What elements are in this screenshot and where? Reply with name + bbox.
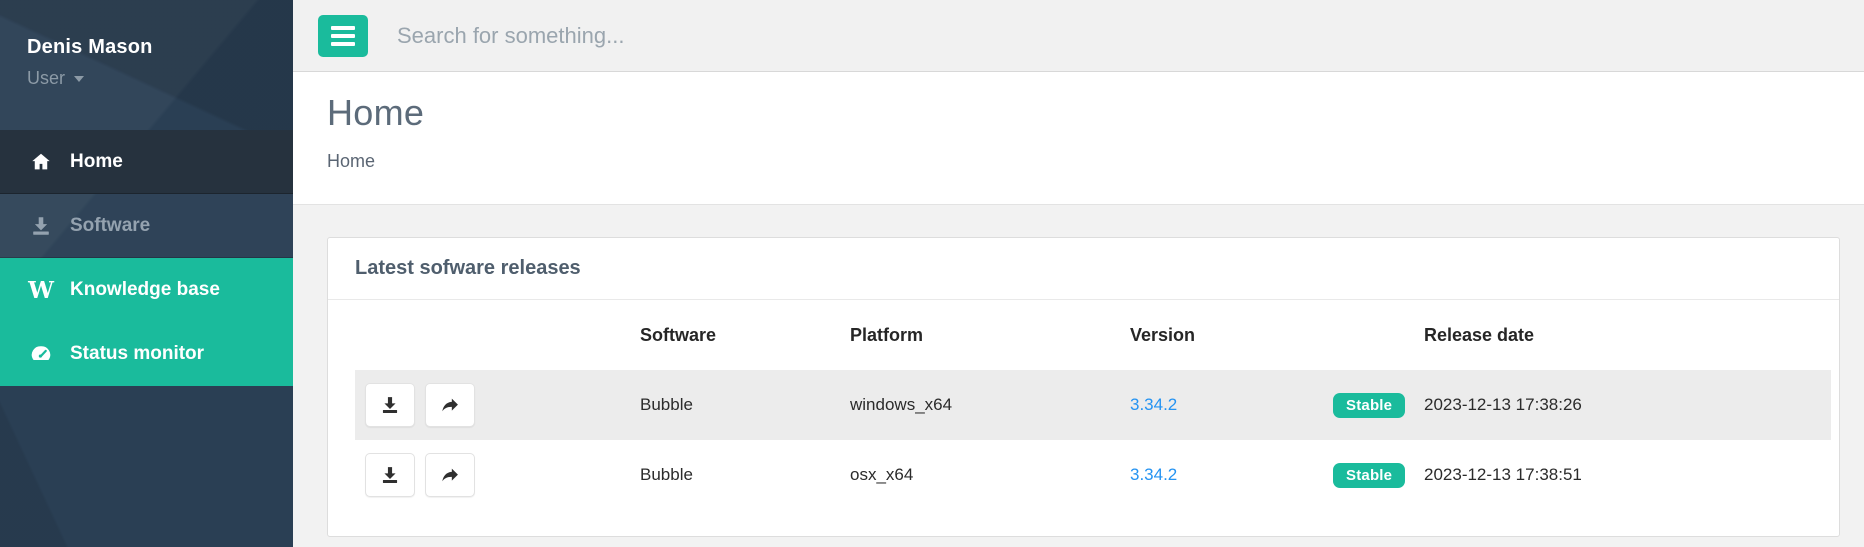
download-button[interactable] bbox=[365, 383, 415, 427]
download-button[interactable] bbox=[365, 453, 415, 497]
hamburger-icon bbox=[331, 26, 355, 30]
sidebar: Denis Mason User Home Software W Knowled… bbox=[0, 0, 293, 547]
releases-table-wrap: Software Platform Version Release date bbox=[328, 300, 1839, 510]
sidebar-item-knowledge-base[interactable]: W Knowledge base bbox=[0, 258, 293, 322]
page-header: Home Home bbox=[293, 72, 1864, 205]
card-title: Latest sofware releases bbox=[328, 238, 1839, 300]
cell-platform: windows_x64 bbox=[832, 370, 1112, 440]
table-header-row: Software Platform Version Release date bbox=[355, 300, 1831, 370]
column-header-channel bbox=[1315, 300, 1406, 370]
latest-releases-card: Latest sofware releases Software Platfor… bbox=[327, 237, 1840, 537]
gauge-icon bbox=[27, 343, 55, 365]
cell-software: Bubble bbox=[622, 440, 832, 510]
share-button[interactable] bbox=[425, 453, 475, 497]
share-icon bbox=[440, 395, 460, 415]
column-header-platform: Platform bbox=[832, 300, 1112, 370]
sidebar-item-label: Status monitor bbox=[70, 343, 204, 365]
sidebar-menu: Home Software W Knowledge base Status mo… bbox=[0, 130, 293, 386]
user-name: Denis Mason bbox=[27, 36, 293, 59]
column-header-release-date: Release date bbox=[1406, 300, 1831, 370]
column-header-actions bbox=[355, 300, 622, 370]
download-icon bbox=[380, 395, 400, 415]
user-role-label: User bbox=[27, 68, 65, 89]
share-button[interactable] bbox=[425, 383, 475, 427]
download-icon bbox=[380, 465, 400, 485]
sidebar-item-status-monitor[interactable]: Status monitor bbox=[0, 322, 293, 386]
download-icon bbox=[27, 215, 55, 237]
user-role-dropdown[interactable]: User bbox=[27, 68, 84, 89]
search-input[interactable] bbox=[395, 22, 1099, 50]
cell-platform: osx_x64 bbox=[832, 440, 1112, 510]
version-link[interactable]: 3.34.2 bbox=[1130, 465, 1177, 484]
status-badge: Stable bbox=[1333, 393, 1405, 418]
chevron-down-icon bbox=[74, 76, 84, 82]
sidebar-item-software[interactable]: Software bbox=[0, 194, 293, 258]
cell-software: Bubble bbox=[622, 370, 832, 440]
column-header-software: Software bbox=[622, 300, 832, 370]
table-row: Bubble osx_x64 3.34.2 Stable 2023-12-13 … bbox=[355, 440, 1831, 510]
sidebar-item-home[interactable]: Home bbox=[0, 130, 293, 194]
sidebar-item-label: Software bbox=[70, 215, 150, 237]
releases-table: Software Platform Version Release date bbox=[355, 300, 1831, 510]
share-icon bbox=[440, 465, 460, 485]
cell-release-date: 2023-12-13 17:38:51 bbox=[1406, 440, 1831, 510]
topbar bbox=[293, 0, 1864, 72]
sidebar-item-label: Knowledge base bbox=[70, 279, 220, 301]
status-badge: Stable bbox=[1333, 463, 1405, 488]
version-link[interactable]: 3.34.2 bbox=[1130, 395, 1177, 414]
menu-toggle-button[interactable] bbox=[318, 15, 368, 57]
table-row: Bubble windows_x64 3.34.2 Stable 2023-12… bbox=[355, 370, 1831, 440]
column-header-version: Version bbox=[1112, 300, 1315, 370]
user-profile: Denis Mason User bbox=[0, 0, 293, 89]
home-icon bbox=[27, 151, 55, 173]
cell-release-date: 2023-12-13 17:38:26 bbox=[1406, 370, 1831, 440]
sidebar-item-label: Home bbox=[70, 151, 123, 173]
page-title: Home bbox=[327, 92, 1864, 134]
wikipedia-icon: W bbox=[27, 279, 55, 302]
breadcrumb[interactable]: Home bbox=[327, 151, 1864, 172]
